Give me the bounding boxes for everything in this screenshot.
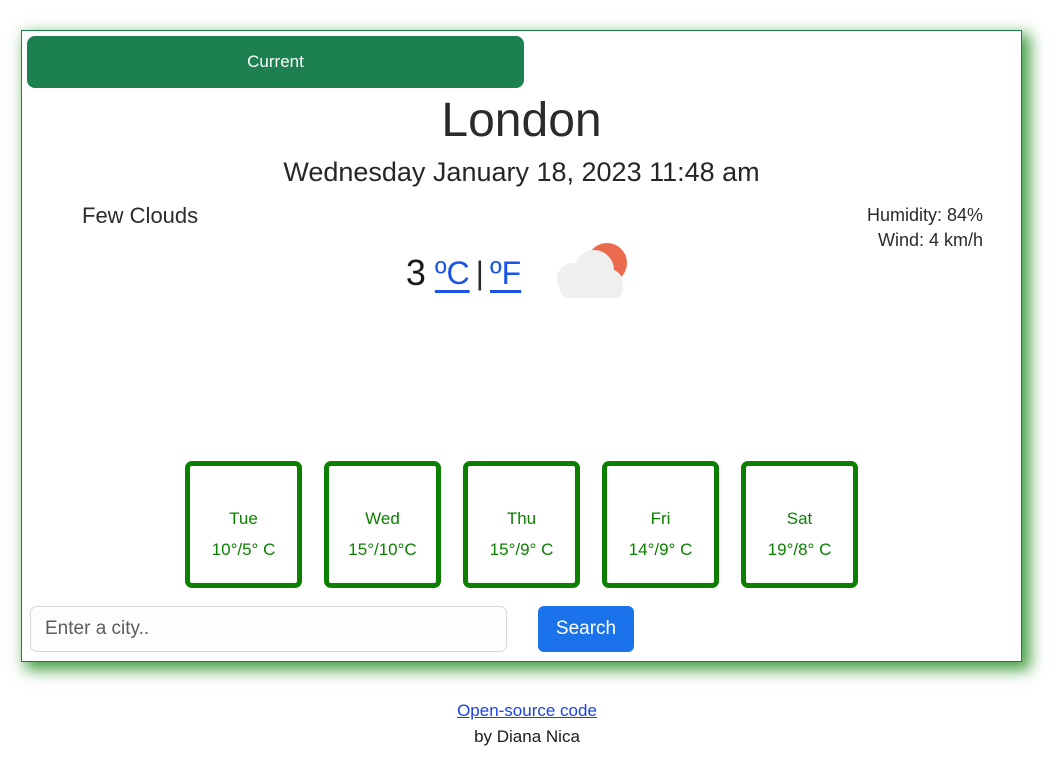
fahrenheit-link[interactable]: ºF xyxy=(490,255,521,292)
footer-author: by Diana Nica xyxy=(474,727,580,746)
search-row: Search xyxy=(30,605,1013,653)
tab-bar: Current xyxy=(27,36,524,88)
forecast-day: Fri xyxy=(650,509,671,528)
temperature-row: 3 ºC | ºF xyxy=(22,233,1021,313)
forecast-row: Tue 10°/5° C Wed 15°/10°C Thu 15°/9° C F… xyxy=(22,461,1021,588)
forecast-card[interactable]: Thu 15°/9° C xyxy=(463,461,580,588)
sun-behind-cloud-icon xyxy=(551,241,637,305)
search-button[interactable]: Search xyxy=(538,606,634,652)
temperature-value: 3 xyxy=(405,252,426,293)
forecast-day: Tue xyxy=(229,509,258,528)
forecast-temps: 19°/8° C xyxy=(767,540,832,559)
tab-current[interactable]: Current xyxy=(27,36,524,88)
humidity-value: Humidity: 84% xyxy=(866,205,983,225)
weather-description: Few Clouds xyxy=(82,203,199,228)
forecast-card[interactable]: Tue 10°/5° C xyxy=(185,461,302,588)
forecast-temps: 10°/5° C xyxy=(211,540,276,559)
footer: Open-source code by Diana Nica xyxy=(0,698,1054,750)
city-name: London xyxy=(441,94,602,147)
open-source-code-link[interactable]: Open-source code xyxy=(457,701,597,720)
weather-widget-container: Current London Wednesday January 18, 202… xyxy=(21,30,1022,662)
forecast-day: Sat xyxy=(786,509,813,528)
forecast-temps: 15°/10°C xyxy=(348,540,417,559)
forecast-card[interactable]: Sat 19°/8° C xyxy=(741,461,858,588)
weather-app: Current London Wednesday January 18, 202… xyxy=(0,0,1054,779)
forecast-day: Wed xyxy=(365,509,400,528)
forecast-temps: 14°/9° C xyxy=(628,540,693,559)
forecast-temps: 15°/9° C xyxy=(489,540,554,559)
forecast-day: Thu xyxy=(506,509,537,528)
unit-separator: | xyxy=(475,254,484,291)
forecast-card[interactable]: Fri 14°/9° C xyxy=(602,461,719,588)
forecast-card[interactable]: Wed 15°/10°C xyxy=(324,461,441,588)
current-datetime: Wednesday January 18, 2023 11:48 am xyxy=(283,157,760,187)
search-input[interactable] xyxy=(30,606,507,652)
celsius-link[interactable]: ºC xyxy=(435,255,470,292)
